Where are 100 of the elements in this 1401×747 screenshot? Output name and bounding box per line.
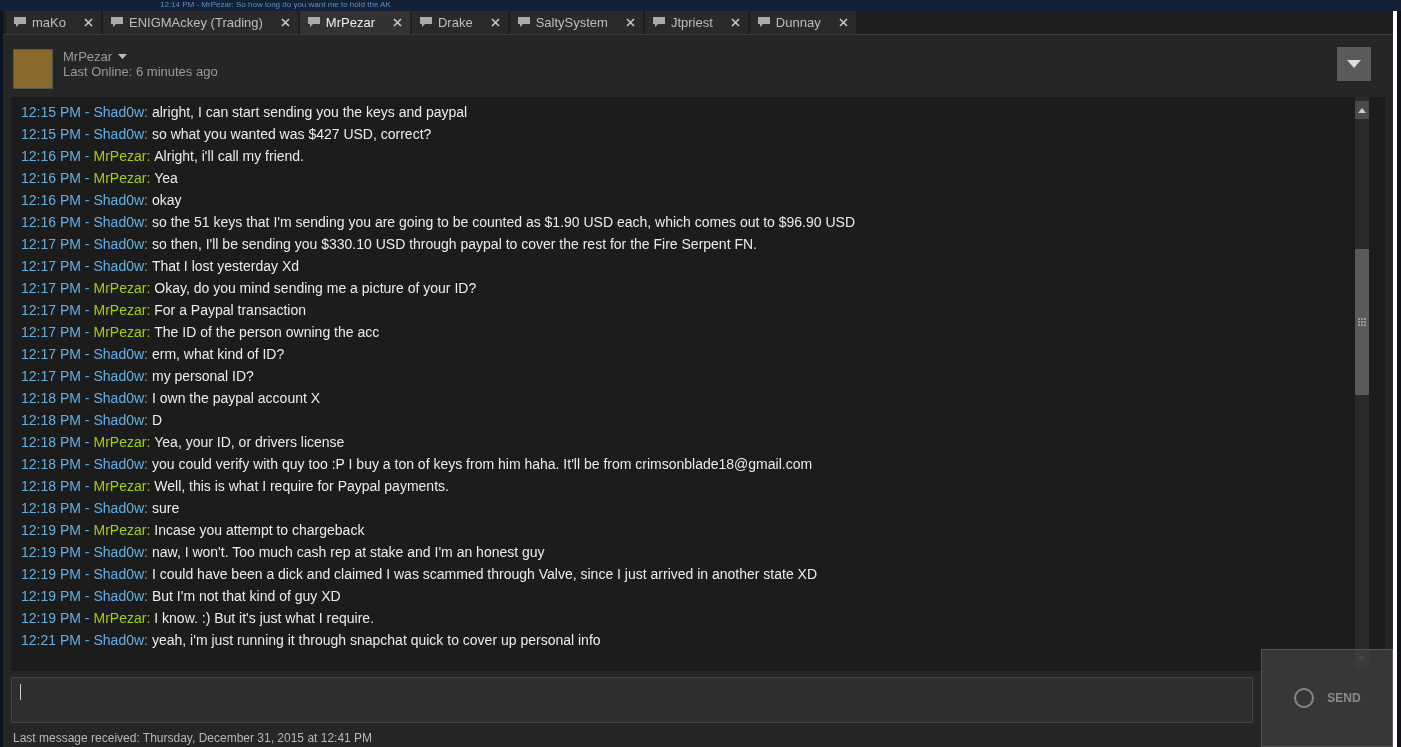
tab-label: ENIGMAckey (Trading)	[128, 13, 263, 32]
message-time: 12:15 PM -	[21, 124, 90, 144]
message-text: okay	[151, 190, 182, 210]
chat-tab[interactable]: MrPezar	[299, 11, 410, 34]
message-text: sure	[151, 498, 180, 518]
options-dropdown-button[interactable]	[1337, 47, 1371, 81]
message-time: 12:19 PM -	[21, 564, 90, 584]
message-time: 12:16 PM -	[21, 146, 90, 166]
caret-icon	[1347, 60, 1361, 68]
message-time: 12:19 PM -	[21, 586, 90, 606]
close-icon[interactable]	[490, 18, 500, 27]
message-time: 12:17 PM -	[21, 366, 90, 386]
message-text: Well, this is what I require for Paypal payments.	[154, 476, 449, 496]
tab-label: Jtpriest	[670, 13, 713, 32]
sender-name: Shad0w:	[93, 410, 148, 430]
message-time: 12:18 PM -	[21, 432, 90, 452]
message-time: 12:17 PM -	[21, 344, 90, 364]
chat-tab[interactable]: Dunnay	[749, 11, 856, 34]
message-text: Yea, your ID, or drivers license	[154, 432, 345, 452]
message-time: 12:18 PM -	[21, 498, 90, 518]
sender-name: MrPezar:	[93, 278, 151, 298]
chat-bubble-icon	[652, 17, 665, 28]
message-time: 12:21 PM -	[21, 630, 90, 650]
close-icon[interactable]	[838, 18, 848, 27]
message-input[interactable]	[11, 677, 1253, 723]
message-time: 12:18 PM -	[21, 410, 90, 430]
sender-name: Shad0w:	[93, 498, 148, 518]
message-text: so the 51 keys that I'm sending you are going to be counted as $1.90 USD each, which comes out to $96.90 USD	[151, 212, 856, 232]
chat-bubble-icon	[14, 17, 26, 28]
sender-name: Shad0w:	[93, 256, 148, 276]
message-time: 12:17 PM -	[21, 256, 90, 276]
sender-name: MrPezar:	[93, 300, 151, 320]
tab-label: SaltySystem	[535, 13, 608, 32]
message-text: yeah, i'm just running it through snapchat quick to cover up personal info	[151, 630, 601, 650]
close-icon[interactable]	[280, 18, 290, 27]
close-icon[interactable]	[730, 18, 740, 27]
message-time: 12:18 PM -	[21, 388, 90, 408]
last-online-status: Last Online: 6 minutes ago	[63, 64, 218, 79]
dropdown-caret-icon[interactable]	[118, 54, 128, 59]
message-text: erm, what kind of ID?	[151, 344, 285, 364]
chat-bubble-icon	[110, 17, 123, 28]
message-text: I could have been a dick and claimed I was scammed through Valve, since I just arrived in another state XD	[151, 564, 818, 584]
tab-label: MrPezar	[325, 13, 375, 32]
sender-name: Shad0w:	[93, 234, 148, 254]
message-text: Yea	[154, 168, 178, 188]
message-time: 12:18 PM -	[21, 454, 90, 474]
message-text: Alright, i'll call my friend.	[154, 146, 304, 166]
close-icon[interactable]	[83, 18, 93, 27]
message-text: Incase you attempt to chargeback	[154, 520, 365, 540]
message-text: naw, I won't. Too much cash rep at stake and I'm an honest guy	[151, 542, 545, 562]
sender-name: MrPezar:	[93, 476, 151, 496]
message-text: The ID of the person owning the acc	[154, 322, 380, 342]
close-icon[interactable]	[393, 18, 402, 27]
sender-name: Shad0w:	[93, 388, 148, 408]
send-label: SEND	[1327, 690, 1361, 707]
scroll-up-arrow-icon[interactable]	[1358, 107, 1366, 113]
message-text: But I'm not that kind of guy XD	[151, 586, 341, 606]
sender-name: Shad0w:	[93, 102, 148, 122]
chat-tab[interactable]: maKo	[6, 11, 101, 34]
sender-name: MrPezar:	[93, 168, 151, 188]
message-time: 12:16 PM -	[21, 168, 90, 188]
notification-text: 12:14 PM - MrPezar: So how long do you want me to hold the AK	[160, 0, 392, 10]
sender-name: MrPezar:	[93, 608, 151, 628]
message-text: so what you wanted was $427 USD, correct?	[151, 124, 432, 144]
message-time: 12:17 PM -	[21, 300, 90, 320]
message-text: I own the paypal account X	[151, 388, 321, 408]
message-text: alright, I can start sending you the keys and paypal	[151, 102, 468, 122]
chat-tab[interactable]: Jtpriest	[644, 11, 748, 34]
close-icon[interactable]	[625, 18, 635, 27]
chat-bubble-icon	[420, 17, 432, 28]
message-time: 12:16 PM -	[21, 212, 90, 232]
message-time: 12:17 PM -	[21, 234, 90, 254]
friend-name[interactable]: MrPezar	[63, 49, 113, 64]
avatar-image	[13, 49, 53, 89]
chat-tab[interactable]: Drake	[412, 11, 508, 34]
tab-label: Drake	[438, 13, 473, 32]
message-text: you could verify with quy too :P I buy a ton of keys from him haha. It'll be from crimsonblade18@gmail.com	[151, 454, 813, 474]
sender-name: MrPezar:	[93, 146, 151, 166]
sender-name: MrPezar:	[93, 322, 151, 342]
chat-bubble-icon	[307, 17, 320, 28]
sender-name: MrPezar:	[93, 432, 151, 452]
sender-name: Shad0w:	[93, 124, 148, 144]
sender-name: Shad0w:	[93, 564, 148, 584]
sender-name: Shad0w:	[93, 454, 148, 474]
message-time: 12:19 PM -	[21, 520, 90, 540]
message-time: 12:17 PM -	[21, 278, 90, 298]
message-time: 12:16 PM -	[21, 190, 90, 210]
chat-tab[interactable]: SaltySystem	[509, 11, 643, 34]
grip-icon[interactable]	[1358, 318, 1366, 326]
sender-name: Shad0w:	[93, 542, 148, 562]
sender-name: MrPezar:	[93, 520, 151, 540]
message-time: 12:18 PM -	[21, 476, 90, 496]
last-message-info: Last message received: Thursday, December 31, 2015 at 12:41 PM	[12, 730, 374, 747]
chat-bubble-icon	[517, 17, 530, 28]
message-text: I know. :) But it's just what I require.	[154, 608, 375, 628]
circle-icon	[1293, 687, 1316, 709]
message-text: so then, I'll be sending you $330.10 USD through paypal to cover the rest for the Fire Serpent FN.	[151, 234, 757, 254]
message-time: 12:15 PM -	[21, 102, 90, 122]
chat-tab[interactable]: ENIGMAckey (Trading)	[102, 11, 298, 34]
tab-label: maKo	[32, 13, 66, 32]
